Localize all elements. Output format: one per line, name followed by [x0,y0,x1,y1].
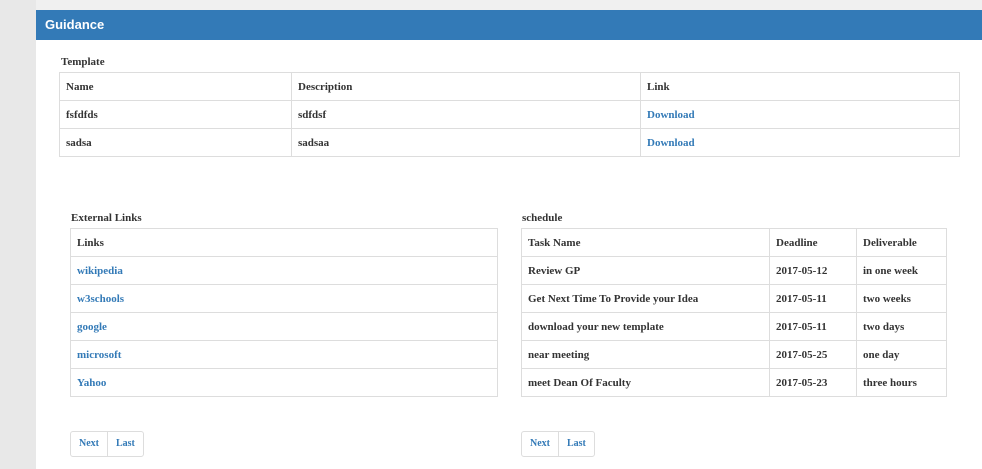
column-header-name: Name [59,72,292,101]
list-item: w3schools [70,284,498,313]
task-name: meet Dean Of Faculty [521,368,770,397]
table-header-row: Links [70,228,498,257]
list-item: Yahoo [70,368,498,397]
task-name: Review GP [521,256,770,285]
template-description: sdfdsf [291,100,641,129]
next-button[interactable]: Next [71,432,107,456]
task-deadline: 2017-05-12 [769,256,857,285]
list-item: wikipedia [70,256,498,285]
download-link[interactable]: Download [647,137,695,149]
schedule-pager: Next Last [521,431,595,457]
task-deadline: 2017-05-11 [769,312,857,341]
table-row: Review GP 2017-05-12 in one week [521,256,947,285]
external-link-yahoo[interactable]: Yahoo [77,377,106,389]
column-header-deliverable: Deliverable [856,228,947,257]
download-link[interactable]: Download [647,109,695,121]
task-deadline: 2017-05-11 [769,284,857,313]
column-header-description: Description [291,72,641,101]
task-deadline: 2017-05-25 [769,340,857,369]
table-row: near meeting 2017-05-25 one day [521,340,947,369]
schedule-label: schedule [522,212,563,224]
left-gutter [0,0,36,469]
table-row: download your new template 2017-05-11 tw… [521,312,947,341]
last-button[interactable]: Last [107,432,143,456]
table-row: sadsa sadsaa Download [59,128,960,157]
table-row: fsfdfds sdfdsf Download [59,100,960,129]
template-name: sadsa [59,128,292,157]
external-link-microsoft[interactable]: microsoft [77,349,121,361]
schedule-table: Task Name Deadline Deliverable Review GP… [521,228,947,397]
external-links-pager: Next Last [70,431,144,457]
task-deliverable: three hours [856,368,947,397]
column-header-deadline: Deadline [769,228,857,257]
column-header-task-name: Task Name [521,228,770,257]
task-deliverable: one day [856,340,947,369]
table-header-row: Name Description Link [59,72,960,101]
table-row: Get Next Time To Provide your Idea 2017-… [521,284,947,313]
task-deliverable: two weeks [856,284,947,313]
last-button[interactable]: Last [558,432,594,456]
list-item: microsoft [70,340,498,369]
panel-title: Guidance [36,10,982,40]
task-name: near meeting [521,340,770,369]
list-item: google [70,312,498,341]
external-link-wikipedia[interactable]: wikipedia [77,265,123,277]
template-table: Name Description Link fsfdfds sdfdsf Dow… [59,72,960,157]
column-header-links: Links [70,228,498,257]
external-link-w3schools[interactable]: w3schools [77,293,124,305]
next-button[interactable]: Next [522,432,558,456]
template-label: Template [61,56,105,68]
template-description: sadsaa [291,128,641,157]
task-deliverable: in one week [856,256,947,285]
task-name: Get Next Time To Provide your Idea [521,284,770,313]
external-links-table: Links wikipedia w3schools google microso… [70,228,498,397]
template-name: fsfdfds [59,100,292,129]
task-deliverable: two days [856,312,947,341]
table-row: meet Dean Of Faculty 2017-05-23 three ho… [521,368,947,397]
table-header-row: Task Name Deadline Deliverable [521,228,947,257]
task-deadline: 2017-05-23 [769,368,857,397]
column-header-link: Link [640,72,960,101]
guidance-panel: Guidance Template Name Description Link … [36,10,982,469]
external-links-label: External Links [71,212,142,224]
task-name: download your new template [521,312,770,341]
external-link-google[interactable]: google [77,321,107,333]
